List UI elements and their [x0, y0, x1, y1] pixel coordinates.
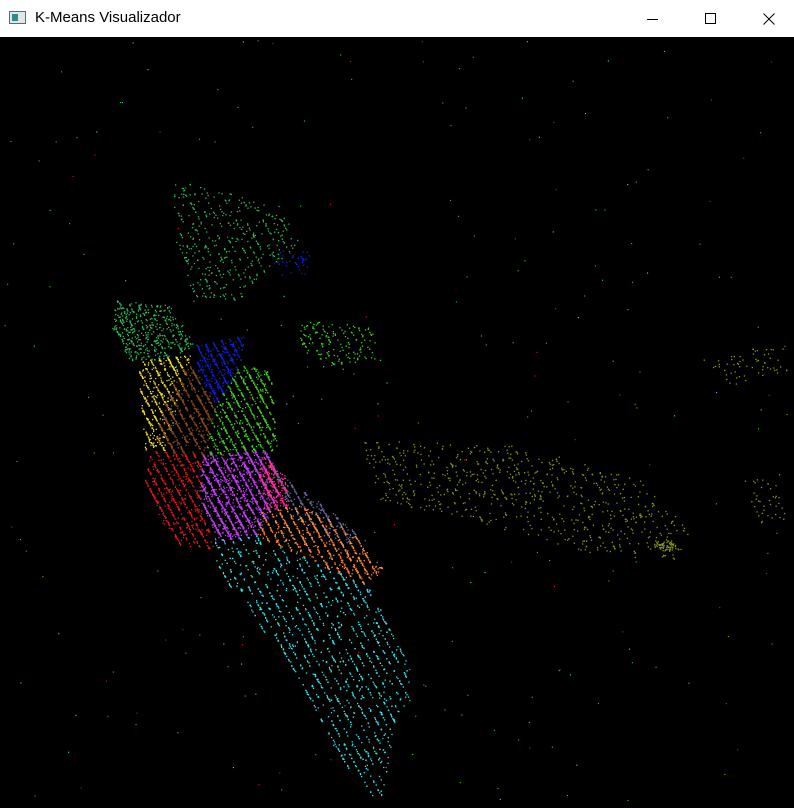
close-icon: [763, 12, 775, 25]
maximize-button[interactable]: [688, 0, 734, 37]
app-window: K-Means Visualizador: [0, 0, 794, 808]
cluster-lime: [206, 365, 278, 456]
cluster-scatter: [4, 40, 788, 801]
kmeans-canvas[interactable]: [0, 37, 794, 808]
cluster-cyan: [215, 535, 411, 797]
cluster-slate: [276, 472, 366, 546]
cluster-green-north: [174, 183, 299, 301]
cluster-olive: [364, 441, 689, 560]
window-title: K-Means Visualizador: [35, 9, 181, 26]
cluster-brown: [155, 359, 216, 457]
background-noise-points: [4, 40, 788, 801]
maximize-icon: [705, 12, 716, 24]
cluster-olive-east: [744, 474, 786, 524]
cluster-red: [145, 450, 214, 550]
cluster-green-mid: [300, 321, 382, 366]
cluster-olive-north: [703, 348, 788, 385]
app-window-icon: [9, 11, 26, 24]
cluster-olive-tip: [654, 539, 677, 552]
title-bar[interactable]: K-Means Visualizador: [0, 0, 794, 37]
minimize-button[interactable]: [630, 0, 676, 37]
minimize-icon: [647, 18, 658, 20]
close-button[interactable]: [746, 0, 792, 37]
cluster-magenta: [200, 451, 280, 542]
cluster-green-west: [112, 300, 194, 362]
